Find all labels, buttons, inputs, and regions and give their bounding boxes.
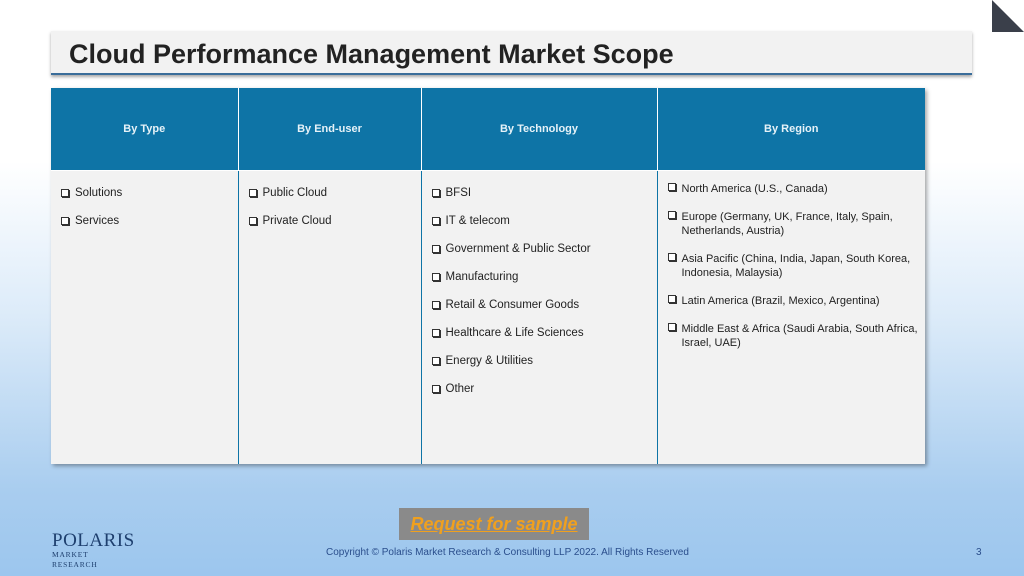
list-item: Latin America (Brazil, Mexico, Argentina… (667, 291, 920, 319)
list-by-end-user: Public Cloud Private Cloud (248, 179, 415, 235)
list-item: Asia Pacific (China, India, Japan, South… (667, 249, 920, 291)
header-by-technology: By Technology (421, 88, 658, 171)
corner-triangle-icon (992, 0, 1024, 32)
list-item: Middle East & Africa (Saudi Arabia, Sout… (667, 319, 920, 361)
logo-name: POLARIS (52, 530, 135, 551)
title-bar: Cloud Performance Management Market Scop… (51, 31, 972, 75)
cell-by-end-user: Public Cloud Private Cloud (238, 170, 422, 464)
header-by-region: By Region (657, 88, 925, 171)
list-item: Solutions (61, 179, 232, 207)
list-item: BFSI (431, 179, 651, 207)
cell-by-technology: BFSI IT & telecom Government & Public Se… (421, 170, 658, 464)
list-by-region: North America (U.S., Canada) Europe (Ger… (667, 179, 920, 361)
list-by-type: Solutions Services (61, 179, 232, 235)
list-item: Retail & Consumer Goods (431, 291, 651, 319)
list-item: Energy & Utilities (431, 347, 651, 375)
list-item: Healthcare & Life Sciences (431, 319, 651, 347)
header-by-type: By Type (51, 88, 239, 171)
cell-by-region: North America (U.S., Canada) Europe (Ger… (657, 170, 925, 464)
list-item: Public Cloud (248, 179, 415, 207)
list-item: Manufacturing (431, 263, 651, 291)
list-item: Government & Public Sector (431, 235, 651, 263)
list-item: Other (431, 375, 651, 403)
header-by-end-user: By End-user (238, 88, 422, 171)
copyright-text: Copyright © Polaris Market Research & Co… (326, 547, 689, 558)
page-number: 3 (976, 547, 982, 558)
page-title: Cloud Performance Management Market Scop… (69, 39, 674, 69)
polaris-logo: POLARIS MARKET RESEARCH (52, 530, 135, 569)
logo-subtitle: MARKET RESEARCH (52, 550, 98, 569)
list-item: Europe (Germany, UK, France, Italy, Spai… (667, 207, 920, 249)
list-item: North America (U.S., Canada) (667, 179, 920, 207)
list-item: IT & telecom (431, 207, 651, 235)
list-item: Private Cloud (248, 207, 415, 235)
list-by-technology: BFSI IT & telecom Government & Public Se… (431, 179, 651, 403)
cell-by-type: Solutions Services (51, 170, 239, 464)
market-scope-table: By Type By End-user By Technology By Reg… (51, 88, 925, 464)
list-item: Services (61, 207, 232, 235)
request-sample-button[interactable]: Request for sample (399, 508, 589, 540)
